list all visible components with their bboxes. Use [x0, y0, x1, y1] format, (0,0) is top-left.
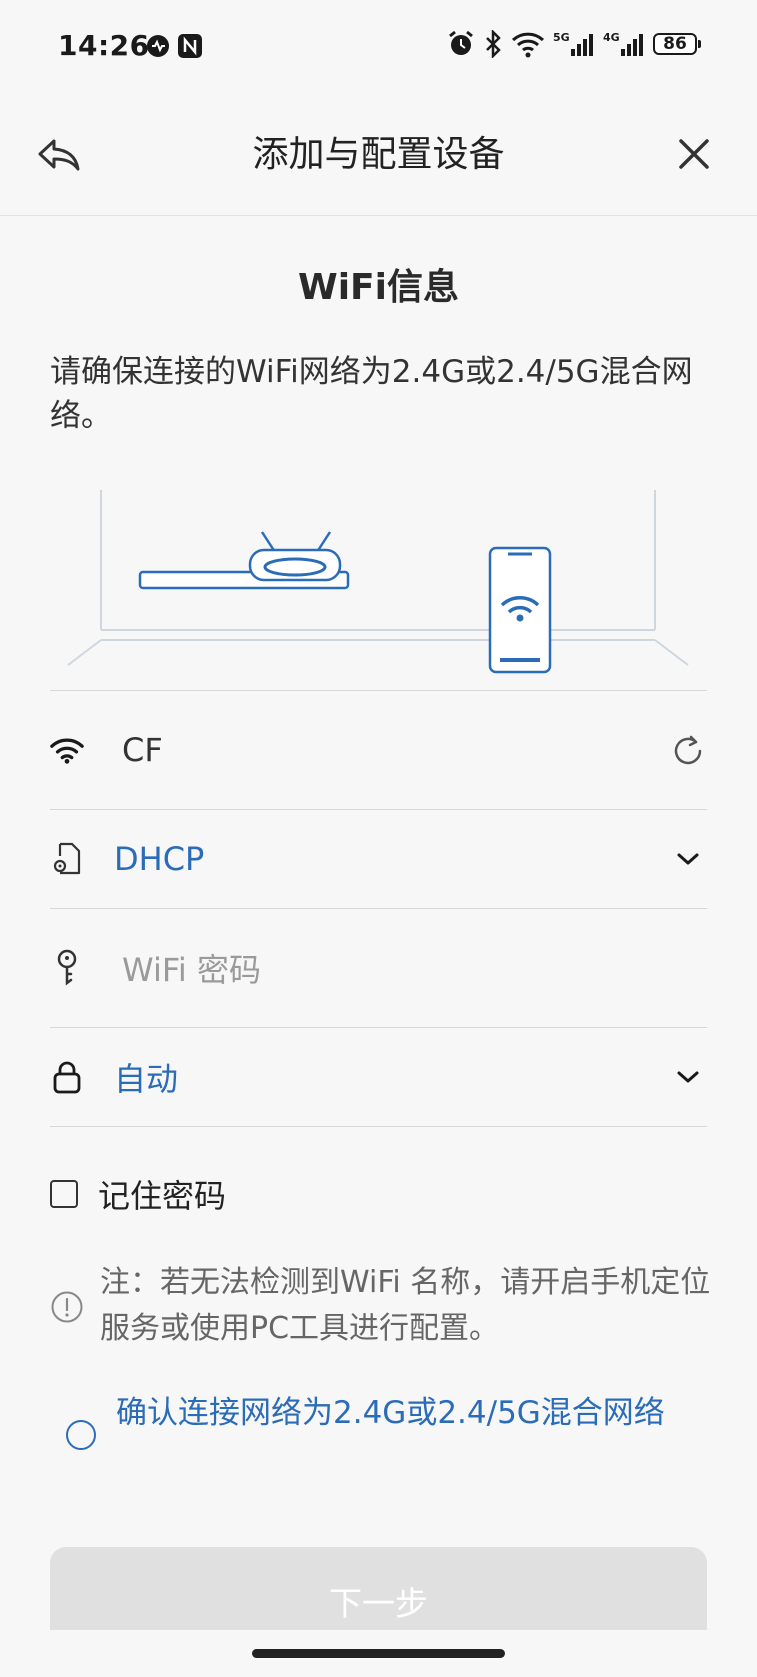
wifi-password-field[interactable]: WiFi 密码: [50, 909, 707, 1028]
status-time: 14:26: [58, 29, 150, 62]
password-placeholder: WiFi 密码: [122, 951, 261, 989]
file-settings-icon: [50, 842, 84, 876]
status-bar: 14:26 5G 4G 86: [0, 0, 757, 95]
signal-5g-icon: 5G: [553, 31, 593, 56]
nfc-icon: [178, 34, 202, 58]
svg-text:5G: 5G: [553, 31, 570, 44]
security-select[interactable]: 自动: [50, 1028, 707, 1127]
key-icon: [50, 949, 84, 986]
confirm-label: 确认连接网络为2.4G或2.4/5G混合网络: [116, 1395, 665, 1431]
wifi-status-icon: [511, 32, 545, 58]
close-button[interactable]: [669, 129, 719, 179]
header: 添加与配置设备: [0, 95, 757, 216]
note-text: 注：若无法检测到WiFi 名称，请开启手机定位服务或使用PC工具进行配置。: [100, 1265, 711, 1346]
ip-mode-select[interactable]: DHCP: [50, 810, 707, 909]
battery-level: 86: [663, 34, 687, 54]
close-icon: [679, 139, 709, 169]
heart-rate-icon: [147, 35, 169, 57]
page-title: 添加与配置设备: [252, 134, 505, 175]
alarm-icon: [449, 30, 473, 55]
status-left-icons: [145, 33, 203, 59]
chevron-down-icon: [671, 1060, 705, 1094]
battery-indicator: 86: [653, 33, 701, 55]
wifi-ssid-value: CF: [122, 731, 163, 769]
router-phone-illustration: [67, 490, 689, 674]
ip-mode-value: DHCP: [114, 840, 205, 878]
refresh-button[interactable]: [671, 733, 705, 767]
confirm-radio[interactable]: [66, 1420, 96, 1450]
remember-password-label: 记住密码: [98, 1177, 227, 1215]
status-right-icons: 5G 4G 86: [447, 30, 701, 58]
intro-text: 请确保连接的WiFi网络为2.4G或2.4/5G混合网络。: [50, 354, 693, 434]
security-value: 自动: [114, 1060, 179, 1098]
signal-4g-icon: 4G: [603, 31, 643, 56]
remember-password-row[interactable]: 记住密码: [50, 1172, 226, 1216]
home-indicator[interactable]: [252, 1649, 505, 1658]
next-step-label: 下一步: [329, 1584, 428, 1623]
refresh-icon: [674, 735, 702, 765]
info-icon: [51, 1291, 83, 1323]
lock-icon: [50, 1060, 84, 1094]
section-title: WiFi信息: [298, 267, 459, 308]
remember-password-checkbox[interactable]: [50, 1180, 78, 1208]
wifi-ssid-row[interactable]: CF: [50, 691, 707, 810]
bluetooth-icon: [486, 30, 501, 58]
wifi-icon: [50, 733, 84, 767]
svg-text:4G: 4G: [603, 31, 620, 44]
chevron-down-icon: [671, 842, 705, 876]
